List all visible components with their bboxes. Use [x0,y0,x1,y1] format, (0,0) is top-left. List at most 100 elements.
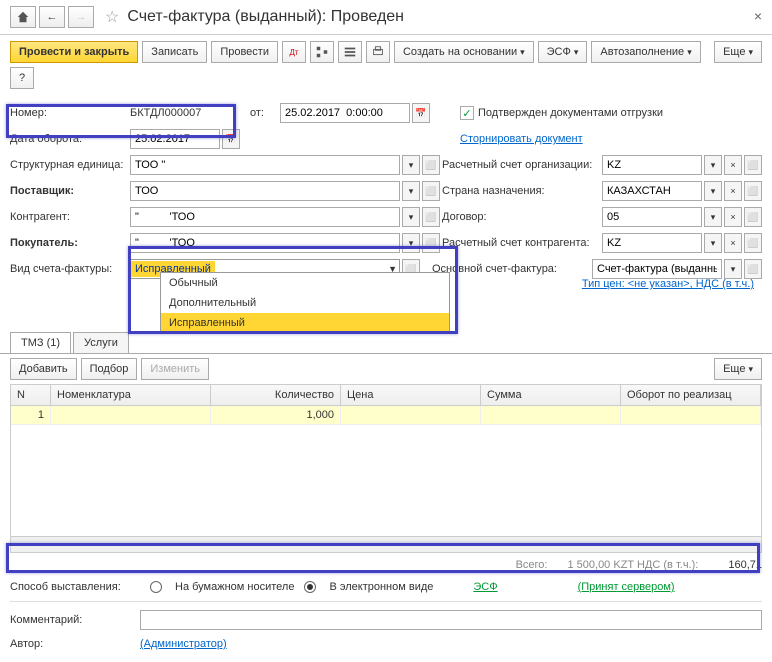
dd-icon[interactable]: ▾ [704,155,722,175]
open-icon-mi[interactable]: ⬜ [744,259,762,279]
struct-field[interactable] [130,155,400,175]
open-icon-b[interactable]: ⬜ [422,233,440,253]
page-title: Счет-фактура (выданный): Проведен [127,8,404,26]
author-row: Автор: (Администратор) [0,634,772,654]
back-button[interactable]: ← [39,6,65,28]
add-button[interactable]: Добавить [10,358,77,380]
main-invoice-label: Основной счет-фактура: [432,263,592,275]
number-value: БКТДЛ000007 [130,107,250,119]
dtkt-icon[interactable]: Дт [282,41,306,63]
open-icon-s[interactable]: ⬜ [422,181,440,201]
struct-label: Структурная единица: [10,159,130,171]
price-type-link[interactable]: Тип цен: <не указан>, НДС (в т.ч.) [582,278,754,290]
invoice-type-label: Вид счета-фактуры: [10,263,130,275]
datetime-field[interactable] [280,103,410,123]
col-n[interactable]: N [11,385,51,405]
confirmed-label: Подтвержден документами отгрузки [478,107,663,119]
dd-icon-cc[interactable]: ▾ [704,233,722,253]
open-icon[interactable]: ▾ [402,155,420,175]
structure-icon[interactable] [310,41,334,63]
dd-icon-c[interactable]: ▾ [704,181,722,201]
counteragent-field[interactable] [130,207,400,227]
create-based-button[interactable]: Создать на основании [394,41,534,63]
accepted-link[interactable]: (Принят сервером) [578,581,675,593]
esf-link[interactable]: ЭСФ [473,581,497,593]
calendar-icon-2[interactable]: 📅 [222,129,240,149]
dd-icon-b[interactable]: ▾ [402,233,420,253]
x-icon-c[interactable]: × [724,181,742,201]
contract-field[interactable] [602,207,702,227]
print-icon[interactable] [366,41,390,63]
col-nom[interactable]: Номенклатура [51,385,211,405]
change-button[interactable]: Изменить [141,358,209,380]
author-link[interactable]: (Администратор) [140,638,227,650]
open-icon-c[interactable]: ⬜ [744,181,762,201]
open-icon-cc[interactable]: ⬜ [744,233,762,253]
country-label: Страна назначения: [442,185,602,197]
post-button[interactable]: Провести [211,41,278,63]
star-icon[interactable]: ☆ [105,7,119,27]
list-icon[interactable] [338,41,362,63]
esf-button[interactable]: ЭСФ [538,41,588,63]
comment-field[interactable] [140,610,762,630]
method-label: Способ выставления: [10,581,140,593]
calendar-icon[interactable]: 📅 [412,103,430,123]
dd-icon-mi[interactable]: ▾ [724,259,742,279]
confirmed-checkbox[interactable]: ✓ [460,106,474,120]
col-ob[interactable]: Оборот по реализац [621,385,761,405]
dropdown-option-selected[interactable]: Исправленный [161,313,449,333]
help-button[interactable]: ? [10,67,34,89]
storno-link[interactable]: Сторнировать документ [460,133,583,145]
col-qty[interactable]: Количество [211,385,341,405]
select-button[interactable]: Подбор [81,358,138,380]
calc-acc-contr-field[interactable] [602,233,702,253]
horizontal-scrollbar[interactable] [11,536,761,552]
tabs-bar: ТМЗ (1) Услуги [0,332,772,354]
x-icon-ct[interactable]: × [724,207,742,227]
supplier-field[interactable] [130,181,400,201]
autofill-button[interactable]: Автозаполнение [591,41,700,63]
author-label: Автор: [10,638,130,650]
calc-acc-org-field[interactable] [602,155,702,175]
x-icon[interactable]: × [724,155,742,175]
tab-services[interactable]: Услуги [73,332,129,353]
open-icon-2[interactable]: ⬜ [744,155,762,175]
cell-ob [621,406,761,424]
grid-header: N Номенклатура Количество Цена Сумма Обо… [11,385,761,406]
main-invoice-field[interactable] [592,259,722,279]
total-value: 1 500,00 KZT НДС (в т.ч.): [567,559,698,571]
dropdown-option[interactable]: Обычный [161,273,449,293]
paper-label: На бумажном носителе [175,581,294,593]
dd-icon-s[interactable]: ▾ [402,181,420,201]
open-icon-ca[interactable]: ⬜ [422,207,440,227]
radio-paper[interactable] [150,581,162,593]
forward-button[interactable]: → [68,6,94,28]
grid-body[interactable]: 1 1,000 [11,406,761,536]
save-button[interactable]: Записать [142,41,207,63]
number-label: Номер: [10,107,130,119]
col-price[interactable]: Цена [341,385,481,405]
close-button[interactable]: × [754,8,762,24]
date-turn-field[interactable] [130,129,220,149]
comment-label: Комментарий: [10,614,130,626]
calc-acc-org-label: Расчетный счет организации: [442,159,602,171]
x-icon-cc[interactable]: × [724,233,742,253]
more-button[interactable]: Еще [714,41,762,63]
data-grid: N Номенклатура Количество Цена Сумма Обо… [10,384,762,553]
comment-row: Комментарий: [0,606,772,634]
buyer-field[interactable] [130,233,400,253]
home-button[interactable] [10,6,36,28]
post-close-button[interactable]: Провести и закрыть [10,41,138,63]
dd-icon-ct[interactable]: ▾ [704,207,722,227]
date-turn-label: Дата оборота: [10,133,130,145]
select-icon[interactable]: ⬜ [422,155,440,175]
radio-electronic[interactable] [304,581,316,593]
grid-more-button[interactable]: Еще [714,358,762,380]
country-field[interactable] [602,181,702,201]
open-icon-ct[interactable]: ⬜ [744,207,762,227]
dd-icon-ca[interactable]: ▾ [402,207,420,227]
col-sum[interactable]: Сумма [481,385,621,405]
table-row[interactable]: 1 1,000 [11,406,761,425]
dropdown-option[interactable]: Дополнительный [161,293,449,313]
tab-tmz[interactable]: ТМЗ (1) [10,332,71,353]
